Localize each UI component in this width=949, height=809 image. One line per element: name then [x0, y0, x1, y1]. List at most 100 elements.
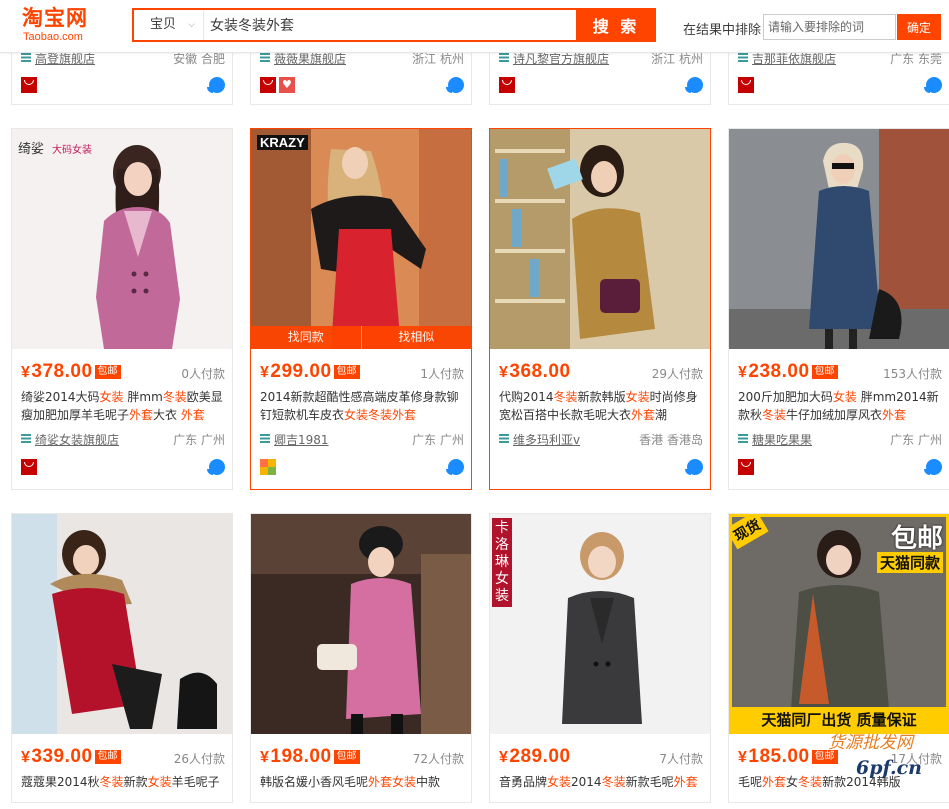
- product-title[interactable]: 绮娑2014大码女装 胖mm冬装欧美显瘦加肥加厚羊毛呢子外套大衣 外套: [21, 388, 227, 424]
- product-card[interactable]: 卡洛琳女装 ¥289.00 7人付款 音勇品牌女装2014冬装新款毛呢外套: [489, 513, 711, 803]
- wangwang-chat-icon[interactable]: [685, 459, 703, 475]
- chevron-down-icon: ⌵: [188, 20, 195, 30]
- watermark-text: 货源批发网: [828, 733, 915, 753]
- shop-level-icon[interactable]: [260, 459, 276, 475]
- keyword-highlight: 女装: [147, 775, 172, 789]
- price: ¥368.00: [499, 361, 571, 382]
- shop-icon: [260, 434, 270, 443]
- location: 广东 广州: [890, 433, 942, 447]
- brand-label: 卡洛琳女装: [492, 518, 512, 607]
- brand-label: 绮娑: [18, 142, 45, 157]
- product-title[interactable]: 2014新款超酷性感高端皮革修身款铆钉短款机车皮衣女装冬装外套: [260, 388, 466, 424]
- keyword-highlight: 冬装: [553, 390, 578, 404]
- wangwang-chat-icon[interactable]: [924, 77, 942, 93]
- keyword-highlight: 外套: [631, 408, 656, 422]
- title-text: 毛呢: [738, 775, 763, 789]
- tmall-icon[interactable]: [499, 77, 515, 93]
- shop-link[interactable]: 高登旗舰店: [35, 52, 95, 66]
- product-title[interactable]: 韩版名媛小香风毛呢外套女装中款: [260, 773, 466, 809]
- product-card[interactable]: 绮娑 大码女装 ¥378.00 包邮 0人付款 绮娑2014大码女装 胖mm冬装欧…: [11, 128, 233, 490]
- shop-icon: [499, 53, 509, 62]
- shop-icon: [499, 434, 509, 443]
- free-shipping-badge: 包邮: [811, 365, 838, 379]
- product-title[interactable]: 200斤加肥加大码女装 胖mm2014新款秋冬装牛仔加绒加厚风衣外套: [738, 388, 944, 424]
- title-text: 代购2014: [499, 390, 554, 404]
- confirm-button[interactable]: 确定: [897, 14, 941, 40]
- shop-link[interactable]: 薇薇果旗舰店: [274, 52, 346, 66]
- wangwang-chat-icon[interactable]: [685, 77, 703, 93]
- shop-link[interactable]: 糖果吃果果: [752, 433, 812, 447]
- shop-link[interactable]: 吉那菲依旗舰店: [752, 52, 836, 66]
- search-box: 宝贝 ⌵ 搜 索: [132, 8, 656, 42]
- location: 广东 广州: [173, 433, 225, 447]
- title-text: 韩版名媛小香风毛呢: [260, 775, 369, 789]
- wangwang-chat-icon[interactable]: [924, 459, 942, 475]
- wangwang-chat-icon[interactable]: [446, 77, 464, 93]
- keyword-highlight: 外套: [180, 408, 205, 422]
- wangwang-chat-icon[interactable]: [207, 77, 225, 93]
- product-card[interactable]: ¥198.00 包邮 72人付款 韩版名媛小香风毛呢外套女装中款: [250, 513, 472, 803]
- brand-label: KRAZY: [257, 135, 308, 150]
- sold-count: 72人付款: [412, 752, 464, 766]
- product-image[interactable]: [12, 514, 232, 734]
- location: 香港 香港岛: [639, 433, 703, 447]
- sold-count: 153人付款: [883, 367, 942, 381]
- exclude-input[interactable]: [763, 14, 896, 40]
- product-image[interactable]: [729, 129, 949, 349]
- product-image[interactable]: 绮娑 大码女装: [12, 129, 232, 349]
- brand-tag: 大码女装: [52, 145, 92, 156]
- price: ¥289.00: [499, 746, 571, 767]
- keyword-highlight: 女装: [625, 390, 650, 404]
- heart-icon[interactable]: [279, 77, 295, 93]
- taobao-logo[interactable]: 淘宝网 Taobao.com: [22, 6, 112, 46]
- wangwang-chat-icon[interactable]: [207, 459, 225, 475]
- tmall-icon[interactable]: [260, 77, 276, 93]
- title-text: 绮娑2014大码: [21, 390, 100, 404]
- product-card[interactable]: ¥368.00 29人付款 代购2014冬装新款韩版女装时尚修身宽松百搭中长款毛…: [489, 128, 711, 490]
- keyword-highlight: 外套女装: [368, 775, 417, 789]
- promo-free-shipping: 包邮: [890, 524, 943, 554]
- sold-count: 7人付款: [659, 752, 703, 766]
- shop-link[interactable]: 维多玛利亚v: [513, 433, 580, 447]
- price: ¥378.00: [21, 361, 93, 382]
- keyword-highlight: 女装: [99, 390, 124, 404]
- shop-icon: [21, 434, 31, 443]
- product-image[interactable]: 现货 包邮 天猫同款 天猫同厂出货 质量保证: [729, 514, 949, 734]
- keyword-highlight: 冬装: [601, 775, 626, 789]
- product-card[interactable]: ¥339.00 包邮 26人付款 蔻蔻果2014秋冬装新款女装羊毛呢子: [11, 513, 233, 803]
- title-text: 200斤加肥加大码: [738, 390, 833, 404]
- free-shipping-badge: 包邮: [333, 750, 360, 764]
- find-same-button[interactable]: 找同款: [251, 326, 362, 349]
- tmall-icon[interactable]: [738, 459, 754, 475]
- product-title[interactable]: 音勇品牌女装2014冬装新款毛呢外套: [499, 773, 705, 809]
- product-card[interactable]: ¥238.00 包邮 153人付款 200斤加肥加大码女装 胖mm2014新款秋冬…: [728, 128, 949, 490]
- search-button[interactable]: 搜 索: [576, 8, 656, 42]
- shop-link[interactable]: 卿吉1981: [274, 433, 329, 447]
- keyword-highlight: 外套: [129, 408, 154, 422]
- shop-icon: [738, 53, 748, 62]
- product-title[interactable]: 蔻蔻果2014秋冬装新款女装羊毛呢子: [21, 773, 227, 809]
- wangwang-chat-icon[interactable]: [446, 459, 464, 475]
- product-image[interactable]: [490, 129, 710, 349]
- search-input[interactable]: [206, 10, 584, 40]
- keyword-highlight: 女装: [547, 775, 572, 789]
- watermark-logo: 货源批发网 6pf.cn: [828, 733, 922, 779]
- product-card[interactable]: KRAZY 找同款 找相似 ¥299.00 包邮 1人付款 2014新款超酷性感高…: [250, 128, 472, 490]
- tmall-icon[interactable]: [21, 77, 37, 93]
- search-scope-select[interactable]: 宝贝 ⌵: [134, 10, 204, 40]
- title-text: 胖mm: [123, 390, 163, 404]
- product-title[interactable]: 代购2014冬装新款韩版女装时尚修身宽松百搭中长款毛呢大衣外套潮: [499, 388, 705, 424]
- shop-icon: [21, 53, 31, 62]
- product-image[interactable]: [251, 514, 471, 734]
- location: 广东 广州: [412, 433, 464, 447]
- tmall-icon[interactable]: [21, 459, 37, 475]
- find-similar-button[interactable]: 找相似: [362, 326, 472, 349]
- promo-tmall-same: 天猫同款: [876, 552, 943, 573]
- product-image[interactable]: KRAZY 找同款 找相似: [251, 129, 471, 349]
- product-image[interactable]: 卡洛琳女装: [490, 514, 710, 734]
- shop-link[interactable]: 诗凡黎官方旗舰店: [513, 52, 609, 66]
- shop-icon: [738, 434, 748, 443]
- shop-link[interactable]: 绮娑女装旗舰店: [35, 433, 119, 447]
- tmall-icon[interactable]: [738, 77, 754, 93]
- shop-icon: [260, 53, 270, 62]
